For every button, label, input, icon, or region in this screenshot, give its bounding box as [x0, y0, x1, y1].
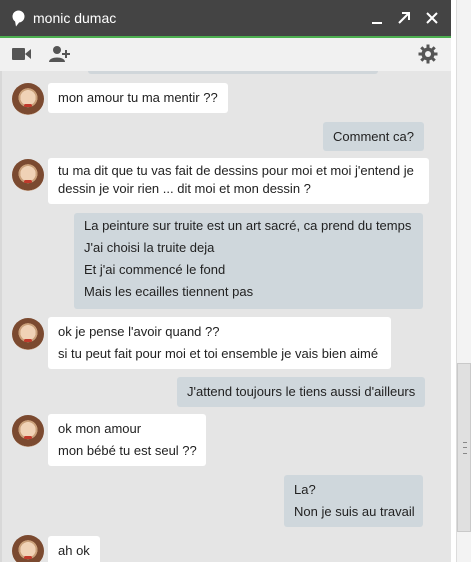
- message-list: mon amour tu ma mentir ?? Comment ca? tu…: [0, 71, 435, 562]
- incoming-message: ah ok: [48, 536, 100, 562]
- settings-button[interactable]: [418, 44, 438, 69]
- contact-name: monic dumac: [33, 10, 117, 26]
- message-text: Comment ca?: [333, 129, 414, 144]
- close-button[interactable]: [423, 9, 441, 27]
- contact-avatar[interactable]: [12, 318, 44, 350]
- gear-icon: [418, 44, 438, 64]
- grip-icon: [463, 442, 467, 454]
- message-text: Mais les ecailles tiennent pas: [84, 284, 254, 299]
- contact-avatar[interactable]: [12, 415, 44, 447]
- contact-avatar[interactable]: [12, 159, 44, 191]
- message-text: J'attend toujours le tiens aussi d'aille…: [187, 384, 416, 399]
- video-call-button[interactable]: [12, 47, 32, 66]
- message-text: La peinture sur truite est un art sacré,…: [84, 218, 412, 233]
- add-person-icon: [49, 46, 70, 62]
- popout-button[interactable]: [395, 9, 413, 27]
- popout-icon: [398, 12, 410, 24]
- chat-window: monic dumac mon amour tu ma mentir ?? Co…: [0, 0, 451, 562]
- incoming-message: mon amour tu ma mentir ??: [48, 83, 228, 113]
- incoming-message: ok je pense l'avoir quand ?? si tu peut …: [48, 317, 391, 369]
- outgoing-message: J'attend toujours le tiens aussi d'aille…: [177, 377, 426, 407]
- minimize-button[interactable]: [368, 9, 386, 27]
- message-text: Non je suis au travail: [294, 504, 415, 519]
- contact-avatar[interactable]: [12, 535, 44, 562]
- outgoing-message: La peinture sur truite est un art sacré,…: [74, 213, 423, 309]
- contact-avatar[interactable]: [12, 83, 44, 115]
- message-text: si tu peut fait pour moi et toi ensemble…: [58, 346, 379, 361]
- message-text: dessin je voir rien ... dit moi et mon d…: [58, 181, 311, 196]
- message-text: mon amour tu ma mentir ??: [58, 90, 218, 105]
- message-text: ok je pense l'avoir quand ??: [58, 324, 220, 339]
- message-text: mon bébé tu est seul ??: [58, 443, 197, 458]
- title-bar[interactable]: monic dumac: [0, 0, 451, 36]
- speech-bubble-icon: [12, 10, 25, 27]
- close-icon: [426, 12, 438, 24]
- incoming-message: ok mon amour mon bébé tu est seul ??: [48, 414, 206, 466]
- incoming-message: tu ma dit que tu vas fait de dessins pou…: [48, 158, 429, 204]
- message-text: tu ma dit que tu vas fait de dessins pou…: [58, 163, 414, 178]
- add-person-button[interactable]: [49, 45, 71, 68]
- previous-message-fragment: [88, 71, 378, 74]
- chat-toolbar: [0, 38, 451, 71]
- message-text: La?: [294, 482, 316, 497]
- outgoing-message: Comment ca?: [323, 122, 424, 151]
- message-text: ok mon amour: [58, 421, 142, 436]
- video-camera-icon: [12, 48, 31, 60]
- minimize-icon: [372, 22, 382, 24]
- message-text: Et j'ai commencé le fond: [84, 262, 226, 277]
- message-text: J'ai choisi la truite deja: [84, 240, 215, 255]
- message-text: ah ok: [58, 543, 90, 558]
- outgoing-message: La? Non je suis au travail: [284, 475, 423, 527]
- scrollbar-thumb[interactable]: [457, 363, 471, 532]
